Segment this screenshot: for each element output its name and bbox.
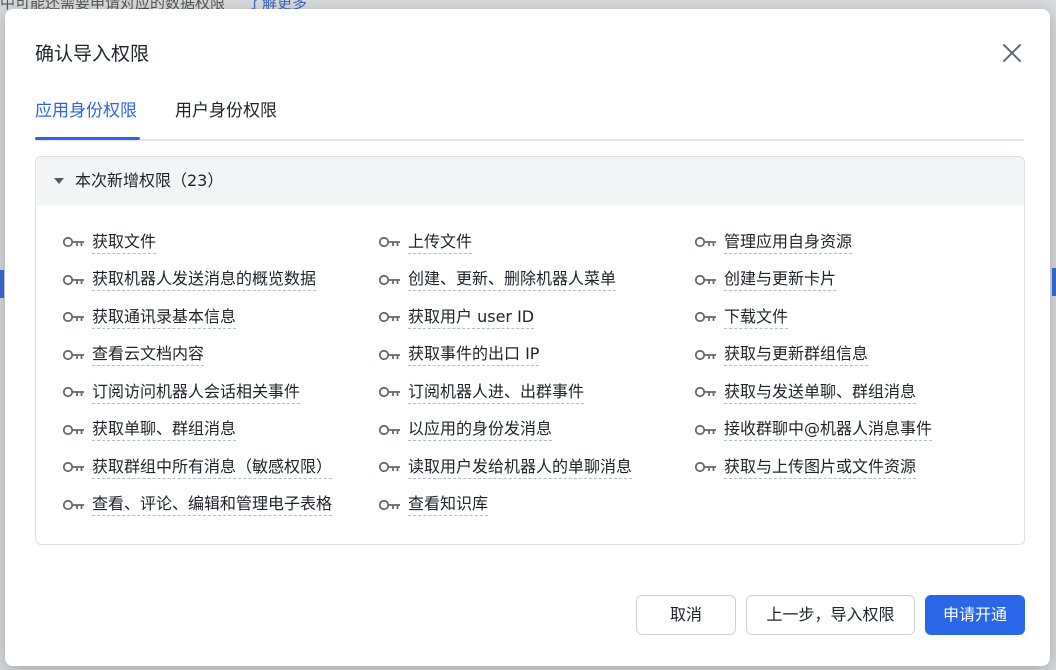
dialog-title: 确认导入权限: [35, 43, 150, 65]
permission-label: 管理应用自身资源: [724, 231, 853, 254]
permission-label: 获取文件: [92, 231, 157, 254]
key-icon: [378, 311, 400, 323]
permission-label: 订阅机器人进、出群事件: [408, 381, 585, 404]
tab-app-identity-permissions[interactable]: 应用身份权限: [35, 99, 137, 123]
permission-item[interactable]: 接收群聊中@机器人消息事件: [694, 417, 933, 443]
permission-item[interactable]: 订阅机器人进、出群事件: [378, 379, 585, 405]
tab-user-identity-permissions[interactable]: 用户身份权限: [175, 99, 277, 123]
permission-label: 获取机器人发送消息的概览数据: [92, 268, 317, 291]
permission-item[interactable]: 获取事件的出口 IP: [378, 342, 540, 368]
permission-item[interactable]: 查看知识库: [378, 492, 489, 518]
previous-step-button[interactable]: 上一步，导入权限: [746, 595, 915, 635]
new-permissions-panel: 本次新增权限（23） 获取文件 上传文件 管理应用自身资源获取机器人发送消息的概览数…: [35, 156, 1025, 545]
permission-item[interactable]: 创建、更新、删除机器人菜单: [378, 267, 617, 293]
permission-item[interactable]: 上传文件: [378, 229, 473, 255]
key-icon: [62, 349, 84, 360]
permission-item[interactable]: 获取通讯录基本信息: [62, 304, 237, 330]
permission-item[interactable]: 获取用户 user ID: [378, 304, 535, 330]
permission-item[interactable]: 获取机器人发送消息的概览数据: [62, 267, 317, 293]
panel-header-toggle[interactable]: 本次新增权限（23）: [36, 157, 1024, 205]
permission-label: 查看、评论、编辑和管理电子表格: [92, 493, 333, 516]
permission-label: 查看知识库: [408, 493, 489, 516]
permission-item[interactable]: 以应用的身份发消息: [378, 417, 553, 443]
permission-label: 获取事件的出口 IP: [408, 343, 540, 366]
permission-label: 创建、更新、删除机器人菜单: [408, 268, 617, 291]
permission-label: 获取单聊、群组消息: [92, 418, 237, 441]
key-icon: [62, 386, 84, 398]
permission-label: 获取与上传图片或文件资源: [724, 456, 917, 479]
permission-label: 获取群组中所有消息（敏感权限）: [92, 456, 333, 479]
permission-item[interactable]: 获取与更新群组信息: [694, 342, 869, 368]
key-icon: [378, 424, 400, 435]
key-icon: [62, 236, 84, 248]
permission-item[interactable]: 订阅访问机器人会话相关事件: [62, 379, 301, 405]
key-icon: [694, 461, 716, 473]
permission-label: 订阅访问机器人会话相关事件: [92, 381, 301, 404]
permission-item[interactable]: 获取群组中所有消息（敏感权限）: [62, 454, 333, 480]
key-icon: [378, 499, 400, 510]
key-icon: [62, 461, 84, 473]
permission-label: 获取用户 user ID: [408, 306, 535, 329]
permission-item[interactable]: 获取与发送单聊、群组消息: [694, 379, 917, 405]
permission-item[interactable]: 下载文件: [694, 304, 789, 330]
permission-label: 获取与更新群组信息: [724, 343, 869, 366]
close-icon: [1003, 44, 1021, 62]
permission-label: 查看云文档内容: [92, 343, 205, 366]
key-icon: [378, 274, 400, 285]
permission-label: 下载文件: [724, 306, 789, 329]
permission-item[interactable]: 管理应用自身资源: [694, 229, 853, 255]
permission-item[interactable]: 获取文件: [62, 229, 157, 255]
key-icon: [694, 236, 716, 248]
active-tab-indicator: [35, 137, 140, 140]
background-left-edge: [0, 270, 4, 298]
key-icon: [378, 236, 400, 248]
permission-tabs: 应用身份权限 用户身份权限: [35, 97, 1024, 141]
key-icon: [694, 311, 716, 323]
apply-button[interactable]: 申请开通: [925, 595, 1025, 635]
permission-label: 接收群聊中@机器人消息事件: [724, 418, 933, 441]
permission-item[interactable]: 获取单聊、群组消息: [62, 417, 237, 443]
permission-item[interactable]: 查看、评论、编辑和管理电子表格: [62, 492, 333, 518]
permission-item[interactable]: 查看云文档内容: [62, 342, 205, 368]
key-icon: [62, 274, 84, 285]
key-icon: [694, 386, 716, 398]
key-icon: [694, 274, 716, 285]
key-icon: [62, 311, 84, 323]
cancel-button[interactable]: 取消: [636, 595, 736, 635]
permission-label: 以应用的身份发消息: [408, 418, 553, 441]
permission-item[interactable]: 获取与上传图片或文件资源: [694, 454, 917, 480]
panel-title: 本次新增权限（23）: [75, 171, 224, 190]
permission-label: 获取通讯录基本信息: [92, 306, 237, 329]
key-icon: [694, 424, 716, 435]
permission-label: 创建与更新卡片: [724, 268, 837, 291]
key-icon: [378, 349, 400, 360]
key-icon: [694, 349, 716, 360]
permission-item[interactable]: 创建与更新卡片: [694, 267, 837, 293]
background-right-edge: [1052, 268, 1056, 296]
permission-label: 读取用户发给机器人的单聊消息: [408, 456, 633, 479]
key-icon: [62, 499, 84, 510]
permission-item[interactable]: 读取用户发给机器人的单聊消息: [378, 454, 633, 480]
permission-label: 上传文件: [408, 231, 473, 254]
key-icon: [378, 461, 400, 473]
close-button[interactable]: [998, 39, 1026, 67]
key-icon: [62, 424, 84, 435]
key-icon: [378, 386, 400, 398]
confirm-import-permissions-dialog: 确认导入权限 应用身份权限 用户身份权限 本次新增权限（23） 获取文件 上传文件…: [5, 9, 1050, 666]
caret-down-icon: [54, 178, 64, 184]
permission-label: 获取与发送单聊、群组消息: [724, 381, 917, 404]
